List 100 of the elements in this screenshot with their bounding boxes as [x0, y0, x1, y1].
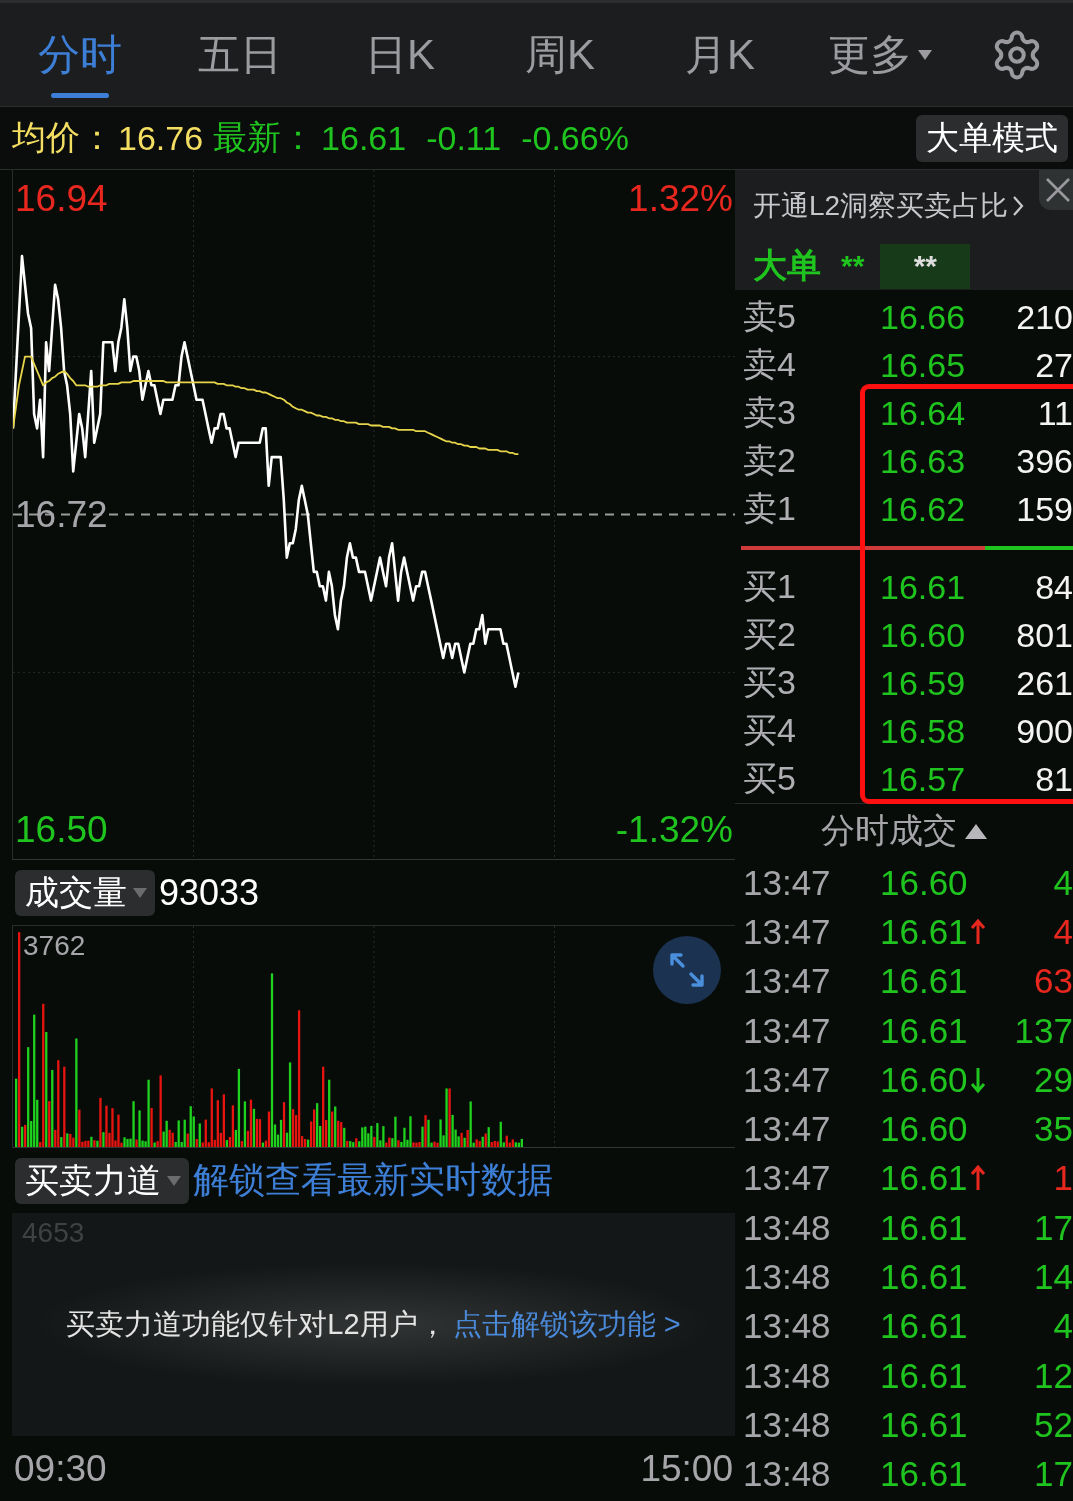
indicator-selector[interactable]: 买卖力道 [15, 1157, 189, 1204]
trade-time: 13:48 [743, 1257, 832, 1297]
trade-time: 13:47 [743, 862, 832, 903]
trade-volume: 4 [1053, 862, 1073, 903]
percent-label: -1.32% [615, 809, 733, 852]
order-label: 卖4 [743, 344, 797, 385]
trade-price: 16.61 [880, 961, 968, 1002]
upgrade-link[interactable]: 开通L2洞察买卖占比 [753, 187, 1025, 225]
trade-volume: 63 [1034, 961, 1073, 1002]
order-volume: 801 [1016, 615, 1073, 655]
time-label: 15:00 [640, 1447, 733, 1490]
axis-label: 16.72 [15, 493, 108, 536]
trade-time: 13:48 [743, 1454, 832, 1495]
trade-time: 13:48 [743, 1207, 832, 1248]
tab[interactable]: 日K [320, 3, 480, 106]
order-volume: 11 [1037, 393, 1073, 433]
tab[interactable]: 五日 [160, 3, 320, 106]
order-volume: 159 [1016, 489, 1073, 529]
caret-up-icon [965, 823, 987, 839]
trade-time: 13:48 [743, 1355, 832, 1396]
order-volume: 27 [1035, 345, 1073, 385]
trade-volume: 137 [1014, 1010, 1073, 1051]
trades-title: 分时成交 [821, 810, 957, 851]
unlock-link[interactable]: 解锁查看最新实时数据 [193, 1156, 553, 1205]
trade-volume: 12 [1034, 1355, 1073, 1396]
trade-time: 13:48 [743, 1306, 832, 1347]
big-order-label: 大单 [753, 245, 821, 286]
close-button[interactable] [1039, 170, 1073, 210]
trade-time: 13:47 [743, 1109, 832, 1150]
notice-text: 买卖力道功能仅针对L2用户， 点击解锁该功能 > [66, 1306, 681, 1342]
order-label: 买2 [743, 614, 797, 655]
trade-price: 16.61 [880, 1404, 968, 1445]
order-price: 16.63 [880, 441, 967, 481]
trade-time: 13:47 [743, 1010, 832, 1051]
trade-price: 16.61 [880, 1306, 968, 1347]
order-price: 16.66 [880, 297, 967, 337]
chevron-right-icon [1012, 195, 1025, 217]
order-price: 16.65 [880, 345, 967, 385]
trade-price: 16.60 [880, 862, 968, 903]
caret-down-icon [918, 49, 932, 60]
order-volume: 396 [1016, 441, 1073, 481]
trade-time: 13:47 [743, 911, 832, 952]
order-price: 16.60 [880, 615, 967, 655]
latest-price-value: 16.61 [321, 118, 407, 158]
unlock-feature-link[interactable]: 点击解锁该功能 > [452, 1307, 681, 1340]
order-label: 卖5 [743, 296, 797, 337]
trade-price: 16.61 [880, 1207, 968, 1248]
order-label: 买3 [743, 662, 797, 703]
trade-volume: 52 [1034, 1404, 1073, 1445]
trade-price: 16.60 [880, 1059, 968, 1100]
order-label: 卖3 [743, 392, 797, 433]
tab[interactable]: 分时 [0, 3, 160, 106]
trade-volume: 29 [1034, 1059, 1073, 1100]
price-change-percent: -0.66% [521, 118, 629, 158]
order-volume: 84 [1035, 567, 1073, 607]
trade-price: 16.61 [880, 1010, 968, 1051]
order-price: 16.58 [880, 711, 967, 751]
time-label: 09:30 [14, 1447, 107, 1490]
order-price: 16.61 [880, 567, 967, 607]
order-label: 买1 [743, 566, 797, 607]
tab[interactable]: 月K [640, 3, 800, 106]
axis-label: 16.94 [15, 177, 108, 220]
trade-price: 16.61 [880, 911, 968, 952]
indicator-selector[interactable]: 成交量 [15, 869, 155, 916]
trade-volume: 4 [1053, 1306, 1073, 1347]
order-price: 16.64 [880, 393, 967, 433]
axis-label: 3762 [23, 930, 86, 962]
order-price: 16.57 [880, 759, 967, 799]
tab[interactable]: 更多 [800, 3, 960, 106]
order-price: 16.59 [880, 663, 967, 703]
trade-price: 16.61 [880, 1257, 968, 1297]
percent-label: 1.32% [628, 177, 733, 220]
axis-label: 16.50 [15, 809, 108, 852]
expand-icon [669, 952, 705, 988]
tab[interactable]: 周K [480, 3, 640, 106]
order-label: 买5 [743, 758, 797, 799]
trade-volume: 4 [1053, 911, 1073, 952]
trade-price: 16.60 [880, 1109, 968, 1150]
order-volume: 261 [1016, 663, 1073, 703]
close-icon [1045, 177, 1071, 203]
trade-price: 16.61 [880, 1355, 968, 1396]
trade-volume: 17 [1034, 1454, 1073, 1495]
price-change: -0.11 [426, 118, 502, 158]
trade-time: 13:47 [743, 1158, 832, 1199]
caret-down-icon [167, 1175, 181, 1186]
trade-price: 16.61 [880, 1158, 968, 1199]
latest-price-label: 最新： [213, 117, 316, 158]
big-order-value: ** [841, 249, 865, 283]
trade-time: 13:48 [743, 1404, 832, 1445]
trade-volume: 17 [1034, 1207, 1073, 1248]
order-price: 16.62 [880, 489, 967, 529]
order-volume: 81 [1035, 759, 1073, 799]
order-volume: 900 [1016, 711, 1073, 751]
order-label: 卖2 [743, 440, 797, 481]
trade-volume: 35 [1034, 1109, 1073, 1150]
mode-button[interactable]: 大单模式 [916, 114, 1068, 162]
caret-down-icon [133, 887, 147, 898]
trade-volume: 14 [1034, 1257, 1073, 1297]
trade-time: 13:47 [743, 961, 832, 1002]
trade-price: 16.61 [880, 1454, 968, 1495]
